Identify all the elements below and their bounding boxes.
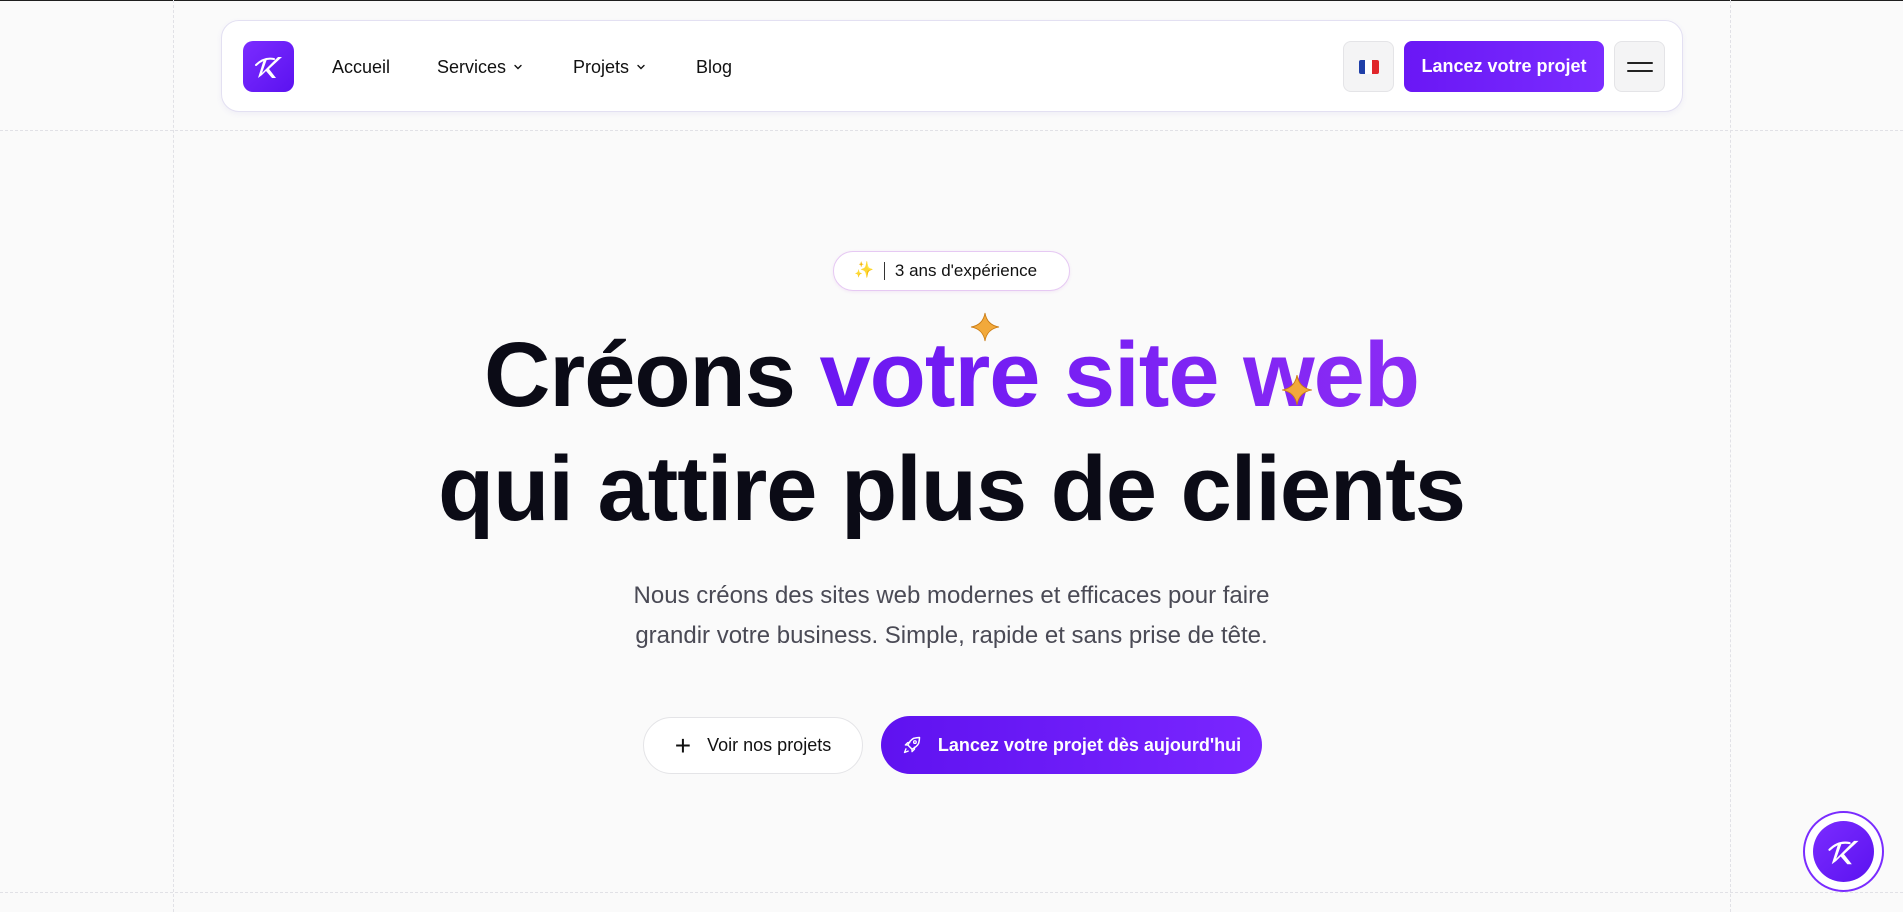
floating-chat-logo-button[interactable] xyxy=(1803,811,1884,892)
nav-link-label: Services xyxy=(437,56,507,77)
nav-link-label: Accueil xyxy=(332,56,391,77)
navbar: Accueil Services Projets Blog Lancez vot… xyxy=(221,20,1683,112)
button-label: Voir nos projets xyxy=(707,735,832,755)
hero-subtitle-line1: Nous créons des sites web modernes et ef… xyxy=(633,582,1270,609)
hero-headline-line2: qui attire plus de clients xyxy=(437,438,1466,540)
experience-badge: ✨ 3 ans d'expérience xyxy=(833,251,1070,291)
button-label: Lancez votre projet dès aujourd'hui xyxy=(937,734,1242,755)
brand-logo-badge xyxy=(1813,821,1874,882)
nav-cta-button[interactable]: Lancez votre projet xyxy=(1404,41,1604,92)
badge-divider xyxy=(883,262,885,280)
guide-line-top xyxy=(0,130,1903,131)
rocket-icon xyxy=(903,736,921,754)
hamburger-menu-icon[interactable] xyxy=(1614,41,1665,92)
nav-link-services[interactable]: Services xyxy=(437,55,524,79)
guide-line-bottom xyxy=(0,892,1903,893)
page: Accueil Services Projets Blog Lancez vot… xyxy=(0,0,1903,912)
launch-project-button[interactable]: Lancez votre projet dès aujourd'hui xyxy=(881,716,1262,774)
badge-text: 3 ans d'expérience xyxy=(894,261,1038,280)
view-projects-button[interactable]: + Voir nos projets xyxy=(643,717,863,774)
brand-k-icon xyxy=(254,56,282,78)
nav-link-blog[interactable]: Blog xyxy=(696,55,732,79)
chevron-down-icon xyxy=(514,64,522,70)
top-border xyxy=(0,0,1903,1)
chevron-down-icon xyxy=(637,64,645,70)
sparkle-star-icon xyxy=(1282,375,1312,405)
language-switcher[interactable] xyxy=(1343,41,1394,92)
sparkle-star-icon xyxy=(970,312,1000,342)
nav-link-accueil[interactable]: Accueil xyxy=(332,55,390,79)
nav-link-label: Blog xyxy=(696,56,733,77)
headline-plain: Créons xyxy=(483,324,820,426)
headline-accent: votre site web xyxy=(819,324,1420,426)
nav-link-projets[interactable]: Projets xyxy=(573,55,647,79)
sparkles-icon: ✨ xyxy=(854,262,874,279)
brand-k-icon xyxy=(1827,840,1859,864)
hero-headline-line1: Créons votre site web xyxy=(0,320,1903,430)
fr-flag-icon xyxy=(1358,59,1379,74)
nav-link-label: Projets xyxy=(573,56,630,77)
hero-subtitle-line2: grandir votre business. Simple, rapide e… xyxy=(635,622,1268,649)
plus-icon: + xyxy=(674,729,692,761)
brand-logo[interactable] xyxy=(243,41,294,92)
